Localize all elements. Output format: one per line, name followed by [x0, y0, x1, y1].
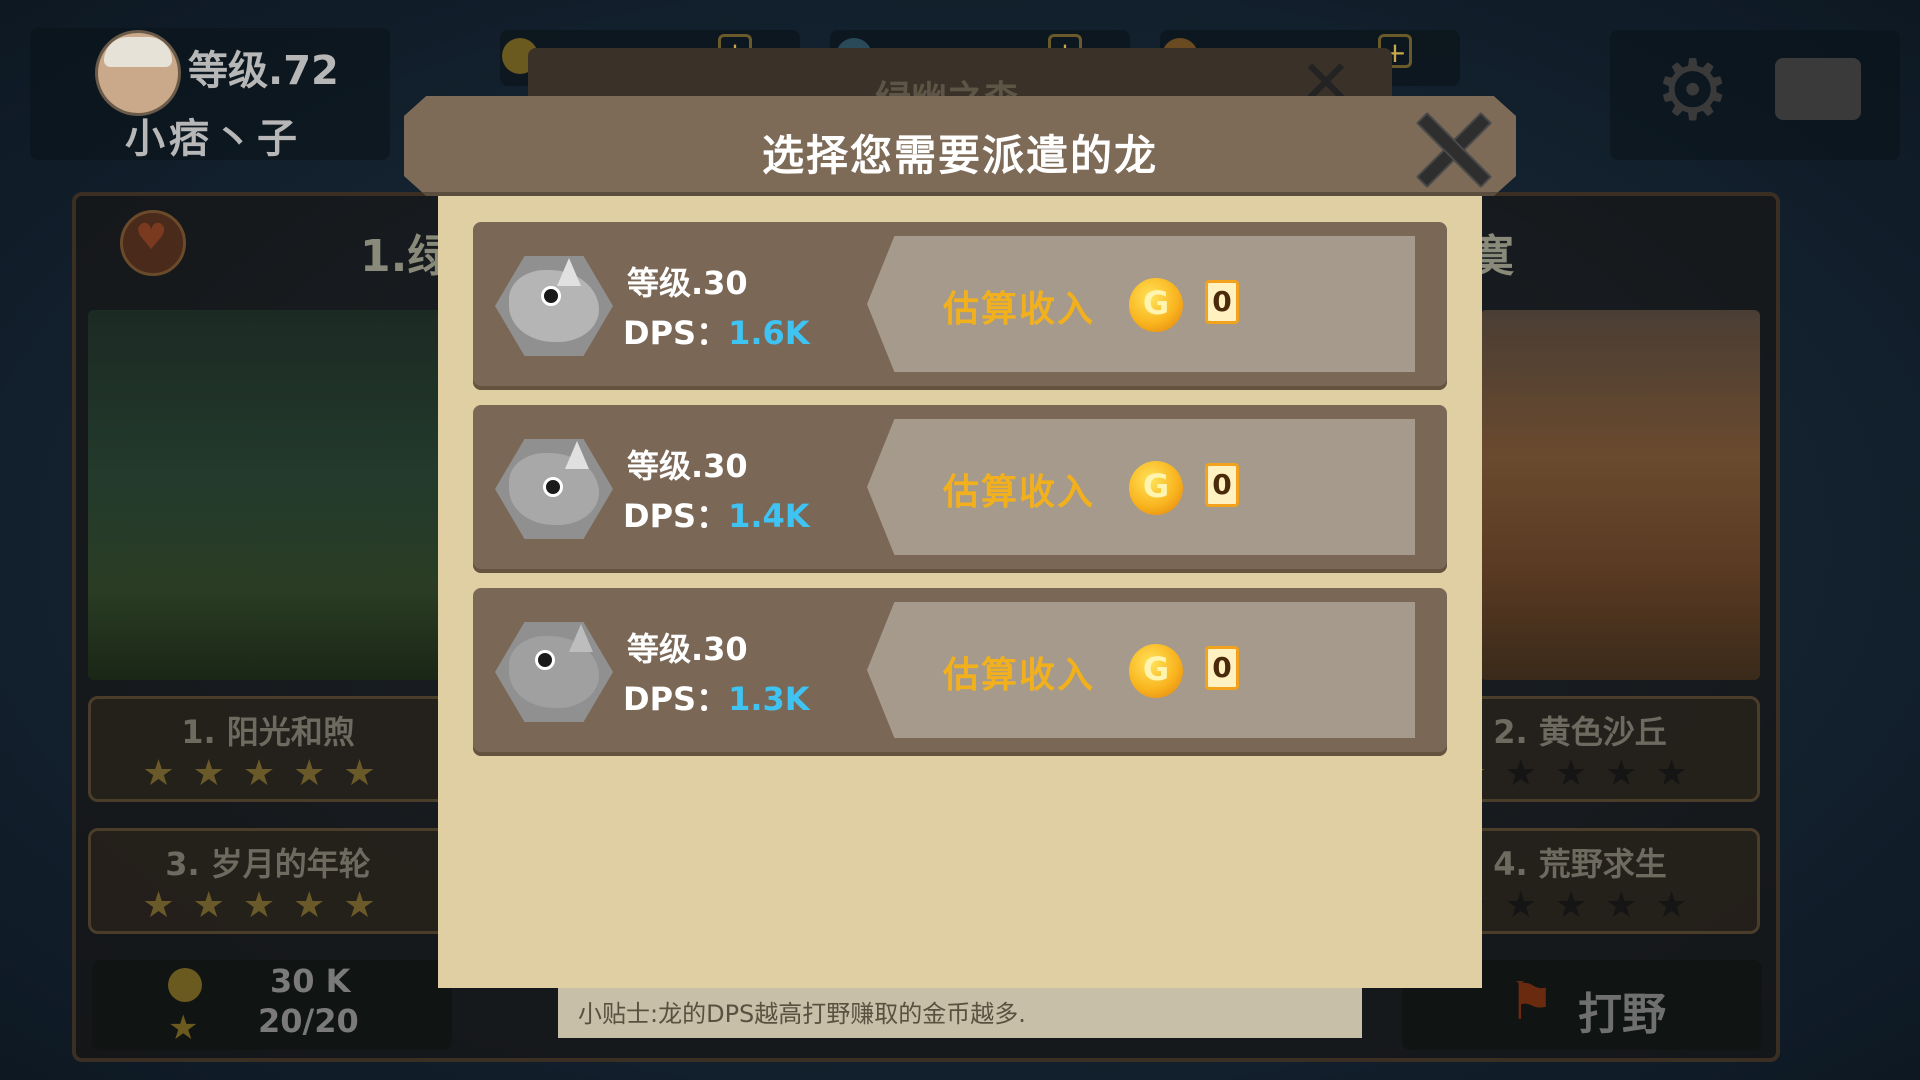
dragon-avatar-icon [495, 256, 613, 356]
star-icon: ★ [168, 1008, 199, 1048]
stage-name: 1. 阳光和煦 [181, 713, 355, 751]
gold-coin-icon [1129, 461, 1183, 515]
stage-name: 3. 岁月的年轮 [165, 845, 371, 883]
flag-icon: ⚑ [1508, 972, 1555, 1032]
dragon-level: 等级.30 [627, 630, 748, 668]
gold-coin-icon [1129, 644, 1183, 698]
dps-value: 1.3K [728, 680, 810, 718]
dragon-row-1[interactable]: 等级.30 DPS：1.6K 估算收入 0 [473, 222, 1447, 390]
reward-stars: 20/20 [258, 1002, 359, 1040]
gold-coin-icon [1129, 278, 1183, 332]
close-button[interactable] [1408, 104, 1493, 189]
mail-icon[interactable] [1775, 58, 1861, 120]
income-value: 0 [1205, 280, 1239, 324]
reward-gold: 30 K [270, 962, 351, 1000]
dragon-row-2[interactable]: 等级.30 DPS：1.4K 估算收入 0 [473, 405, 1447, 573]
income-value: 0 [1205, 463, 1239, 507]
desert-scene-image [1480, 310, 1760, 680]
dragon-avatar-icon [495, 622, 613, 722]
tip-text: 小贴士:龙的DPS越高打野赚取的金币越多. [578, 1000, 1026, 1028]
dragon-level: 等级.30 [627, 447, 748, 485]
player-level: 等级.72 [188, 48, 339, 94]
player-avatar[interactable] [95, 30, 181, 116]
dragon-dps: DPS：1.3K [623, 680, 810, 718]
dps-value: 1.6K [728, 314, 810, 352]
player-name: 小痞丶子 [125, 116, 301, 162]
heart-icon [120, 210, 186, 276]
modal-title: 选择您需要派遣的龙 [761, 131, 1158, 180]
income-value: 0 [1205, 646, 1239, 690]
gold-coin-icon [168, 968, 202, 1002]
dps-value: 1.4K [728, 497, 810, 535]
dragon-dps: DPS：1.4K [623, 497, 810, 535]
hunt-button-label: 打野 [1578, 989, 1666, 1040]
stage-card-1[interactable]: 1. 阳光和煦 ★★★★★ [88, 696, 448, 802]
income-label: 估算收入 [943, 655, 1096, 696]
dragon-row-3[interactable]: 等级.30 DPS：1.3K 估算收入 0 [473, 588, 1447, 756]
stage-card-3[interactable]: 3. 岁月的年轮 ★★★★★ [88, 828, 448, 934]
stage-stars: ★★★★★ [142, 753, 394, 794]
dragon-level: 等级.30 [627, 264, 748, 302]
income-label: 估算收入 [943, 289, 1096, 330]
forest-scene-image [88, 310, 448, 680]
income-label: 估算收入 [943, 472, 1096, 513]
dragon-avatar-icon [495, 439, 613, 539]
gear-icon[interactable]: ⚙ [1655, 48, 1730, 132]
stage-stars: ★★★★★ [142, 885, 394, 926]
dragon-dps: DPS：1.6K [623, 314, 810, 352]
